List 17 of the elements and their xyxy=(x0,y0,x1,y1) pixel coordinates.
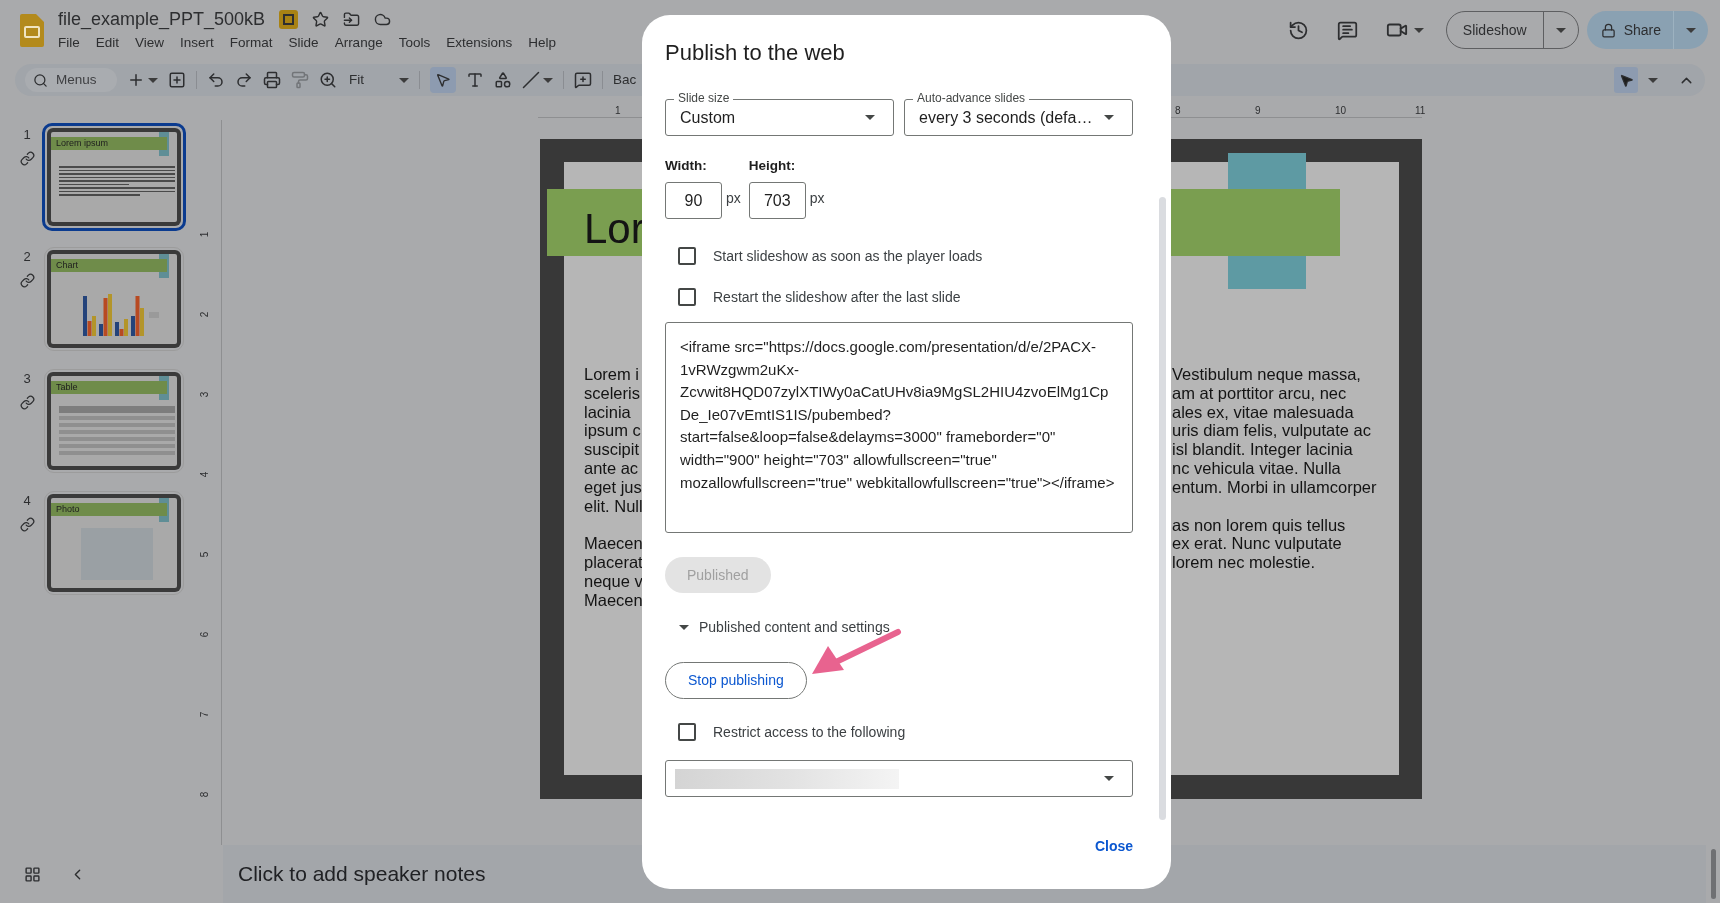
slide-number: 3 xyxy=(23,370,31,388)
checkbox-label: Restart the slideshow after the last slide xyxy=(713,287,961,307)
field-label: Width: xyxy=(665,157,708,174)
thumbnail-title: Chart xyxy=(56,261,78,270)
checkbox-label: Restrict access to the following xyxy=(713,722,906,742)
dialog-title: Publish to the web xyxy=(665,39,846,67)
slide-number: 1 xyxy=(23,126,31,144)
unit-label: px xyxy=(726,189,741,208)
slide-number: 2 xyxy=(23,248,31,266)
vertical-ruler: 1 2 3 4 5 6 7 8 xyxy=(200,120,222,845)
thumbnail-title: Table xyxy=(56,383,78,392)
checkbox-label: Start slideshow as soon as the player loads xyxy=(713,246,983,266)
unit-label: px xyxy=(809,189,825,208)
field-label: Height: xyxy=(748,157,797,174)
slide-number: 4 xyxy=(23,492,31,510)
thumbnail-title: Photo xyxy=(56,505,80,514)
thumbnail-title: Lorem ipsum xyxy=(56,139,109,148)
